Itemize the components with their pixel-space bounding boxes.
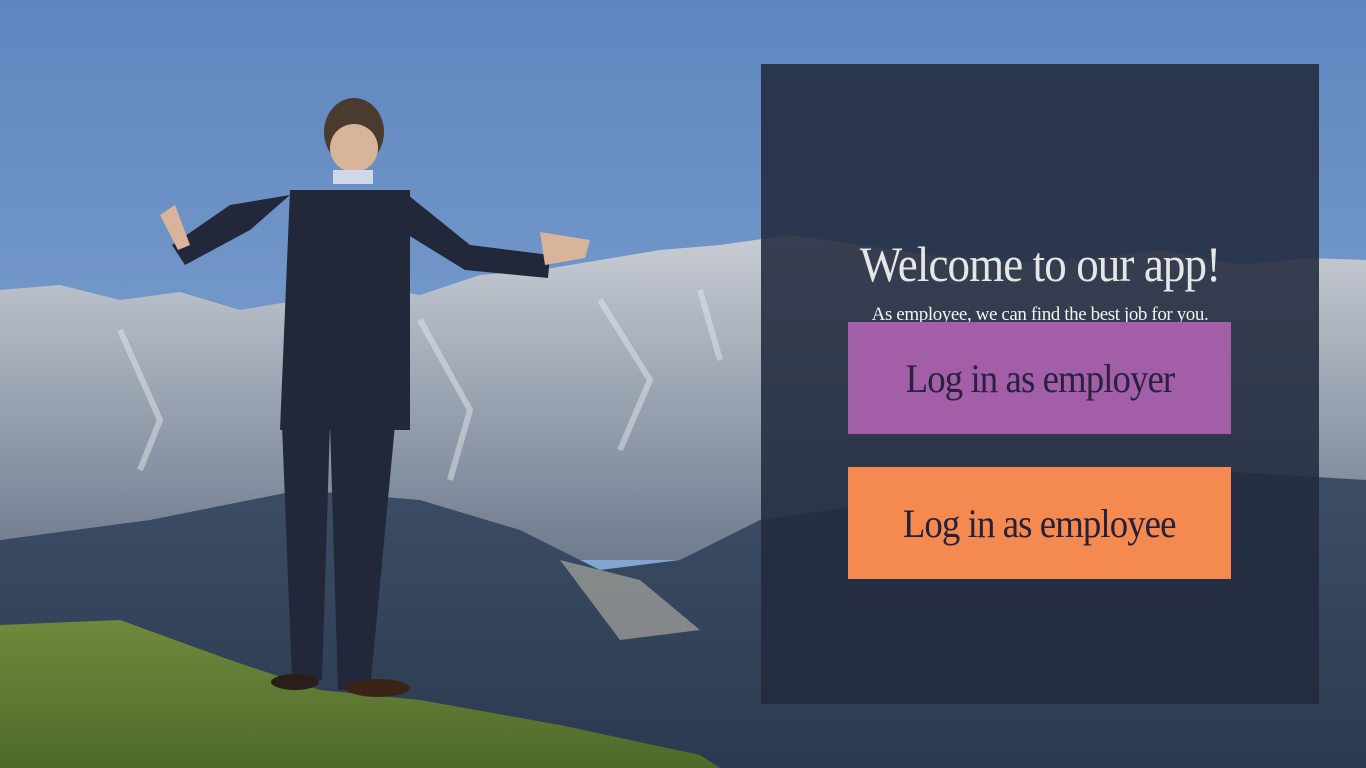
login-employee-button[interactable]: Log in as employee — [848, 467, 1231, 579]
welcome-title: Welcome to our app! — [859, 236, 1221, 292]
login-employer-label: Log in as employer — [905, 355, 1174, 401]
login-employee-label: Log in as employee — [903, 500, 1177, 546]
login-employer-button[interactable]: Log in as employer — [848, 322, 1231, 434]
